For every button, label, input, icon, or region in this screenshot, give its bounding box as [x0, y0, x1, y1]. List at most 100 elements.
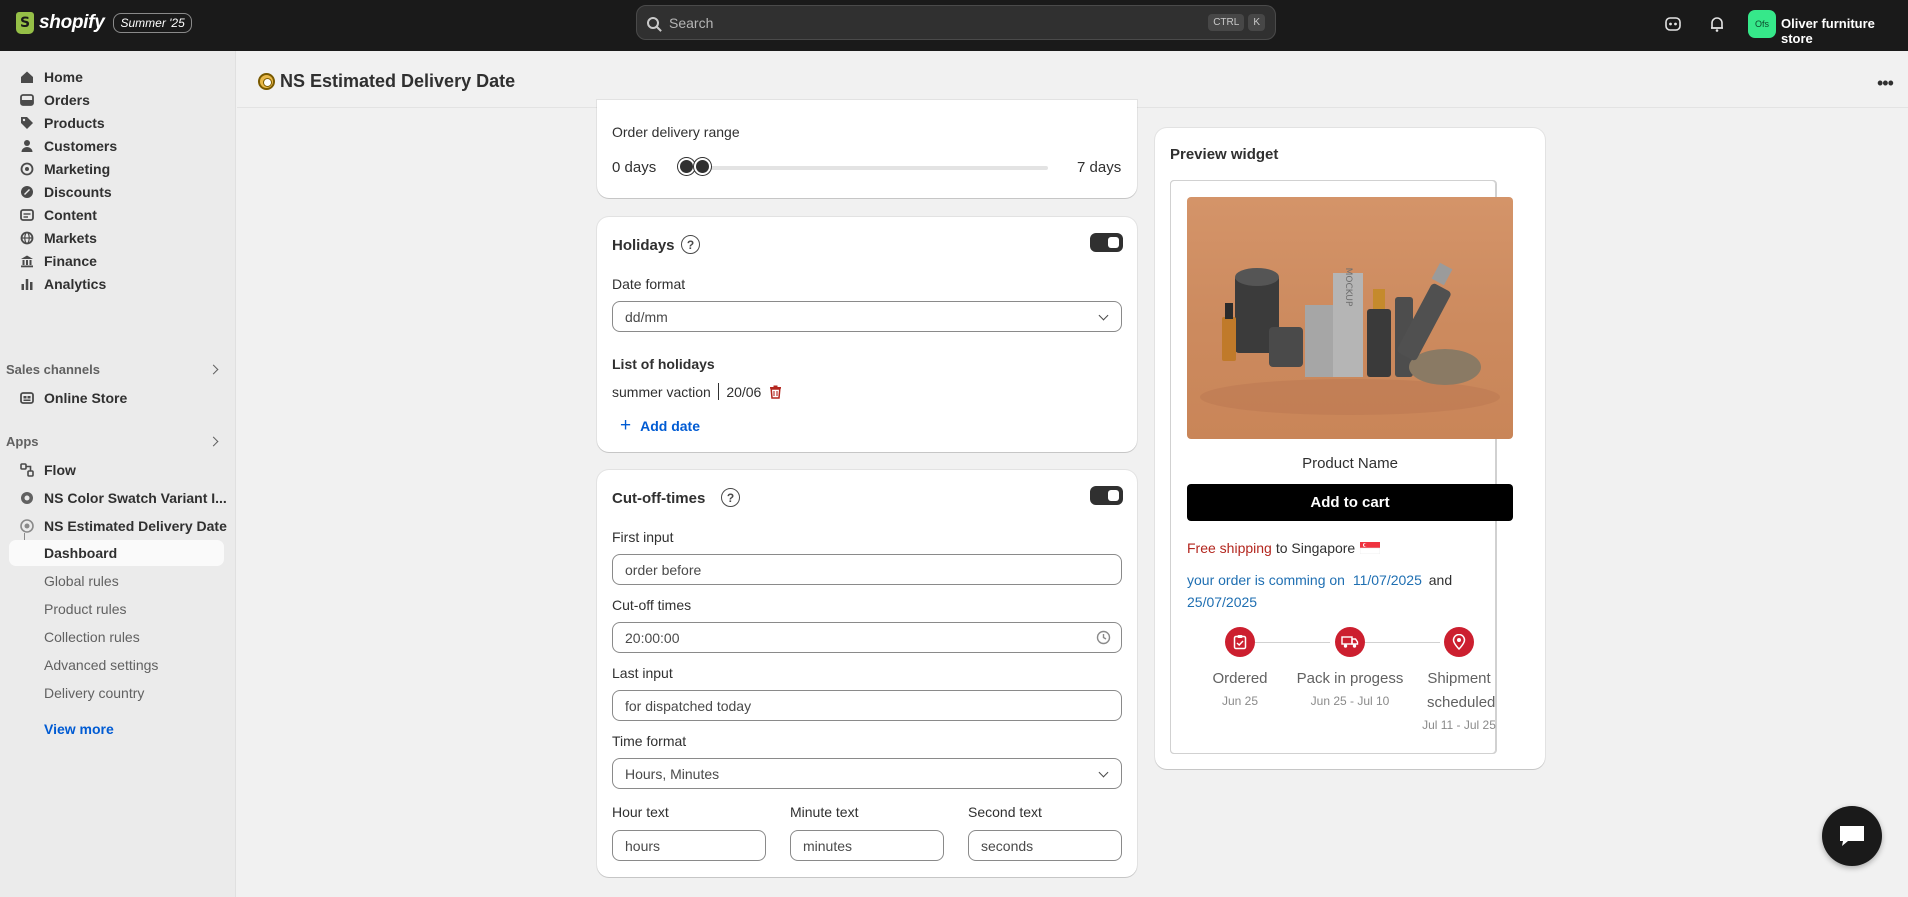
nav-label: Markets — [44, 230, 97, 246]
sub-item-delivery-country[interactable]: Delivery country — [44, 685, 144, 701]
search-icon — [647, 16, 659, 29]
truck-icon — [1335, 627, 1365, 657]
step-connector — [1365, 642, 1440, 643]
minute-text-field[interactable]: minutes — [790, 830, 944, 861]
hour-text-value: hours — [625, 837, 661, 854]
nav-label: Content — [44, 207, 97, 223]
sales-channels-label[interactable]: Sales channels — [6, 362, 100, 377]
cutoff-toggle[interactable] — [1090, 486, 1123, 505]
sub-item-advanced-settings[interactable]: Advanced settings — [44, 657, 158, 673]
holidays-toggle[interactable] — [1090, 233, 1123, 252]
store-name[interactable]: Oliver furniture store — [1781, 16, 1908, 46]
help-icon[interactable]: ? — [681, 235, 700, 254]
holidays-title: Holidays — [612, 237, 675, 254]
location-pin-icon — [1444, 627, 1474, 657]
clock-icon[interactable] — [1096, 630, 1111, 645]
target-icon — [19, 161, 35, 177]
nav-label: Customers — [44, 138, 118, 154]
store-avatar[interactable]: Ofs — [1748, 10, 1776, 38]
to-country-text: to Singapore — [1275, 540, 1356, 556]
apps-chevron-icon[interactable] — [208, 436, 219, 447]
product-image: MOCKUP — [1187, 197, 1513, 439]
discount-icon — [19, 184, 35, 200]
last-input-label: Last input — [612, 665, 673, 681]
more-actions-icon[interactable]: ••• — [1877, 73, 1894, 94]
shopify-logo[interactable]: shopify Summer '25 — [16, 12, 192, 34]
singapore-flag-icon — [1360, 542, 1381, 554]
time-format-select[interactable]: Hours, Minutes — [612, 758, 1122, 789]
nav-label: Flow — [44, 462, 76, 478]
clipboard-icon — [1225, 627, 1255, 657]
nav-analytics[interactable]: Analytics — [0, 271, 106, 297]
add-date-button[interactable]: + Add date — [620, 416, 700, 435]
date-format-select[interactable]: dd/mm — [612, 301, 1122, 332]
nav-flow[interactable]: Flow — [0, 457, 76, 483]
help-icon[interactable]: ? — [721, 488, 740, 507]
nav-label: Orders — [44, 92, 90, 108]
nav-color-swatch-app[interactable]: NS Color Swatch Variant I... — [0, 485, 227, 511]
sidekick-icon[interactable] — [1663, 14, 1683, 34]
nav-label: Analytics — [44, 276, 107, 292]
date-format-label: Date format — [612, 276, 686, 292]
range-slider-track[interactable] — [684, 166, 1048, 170]
holiday-divider — [717, 383, 720, 400]
holiday-date: 20/06 — [726, 383, 762, 400]
nav-label: NS Color Swatch Variant I... — [44, 490, 227, 506]
edition-badge[interactable]: Summer '25 — [113, 13, 192, 33]
trash-icon[interactable] — [769, 385, 782, 399]
app-icon — [19, 518, 35, 534]
first-input-value: order before — [625, 561, 702, 578]
shortcut-k: K — [1248, 14, 1265, 31]
second-text-label: Second text — [968, 804, 1042, 820]
sub-item-dashboard[interactable]: Dashboard — [44, 545, 117, 561]
nav-label: NS Estimated Delivery Date — [44, 518, 227, 534]
second-text-field[interactable]: seconds — [968, 830, 1122, 861]
last-input-field[interactable]: for dispatched today — [612, 690, 1122, 721]
cutoff-time-field[interactable]: 20:00:00 — [612, 622, 1122, 653]
range-slider-min-handle[interactable] — [678, 158, 695, 175]
minute-text-label: Minute text — [790, 804, 859, 820]
cutoff-time-value: 20:00:00 — [625, 629, 680, 646]
range-max-label: 7 days — [1077, 159, 1122, 176]
add-to-cart-button[interactable]: Add to cart — [1187, 484, 1513, 521]
sub-item-product-rules[interactable]: Product rules — [44, 601, 126, 617]
search-bar[interactable]: Search CTRL K — [636, 5, 1276, 40]
first-input-field[interactable]: order before — [612, 554, 1122, 585]
app-logo-icon — [258, 73, 275, 90]
step-pack-label: Pack in progess — [1296, 670, 1404, 687]
view-more-link[interactable]: View more — [44, 721, 114, 737]
tag-icon — [19, 115, 35, 131]
order-date-text: your order is comming on 11/07/2025 and … — [1187, 569, 1507, 613]
add-date-label: Add date — [640, 418, 700, 434]
chevron-down-icon — [1098, 310, 1109, 321]
holidays-card — [597, 217, 1137, 452]
globe-icon — [19, 230, 35, 246]
nav-label: Online Store — [44, 390, 128, 406]
sales-channels-chevron-icon[interactable] — [208, 364, 219, 375]
date-format-value: dd/mm — [625, 308, 668, 325]
chat-bubble-icon — [1840, 826, 1864, 846]
sidebar: Home Orders Products Customers Marketing… — [0, 51, 236, 897]
sub-item-global-rules[interactable]: Global rules — [44, 573, 119, 589]
cutoff-times-label: Cut-off times — [612, 597, 692, 613]
step-ordered-label: Ordered — [1212, 670, 1268, 687]
range-slider-max-handle[interactable] — [694, 158, 711, 175]
content-icon — [19, 207, 35, 223]
nav-label: Marketing — [44, 161, 111, 177]
preview-title: Preview widget — [1170, 146, 1279, 163]
product-name: Product Name — [1302, 455, 1398, 472]
hour-text-field[interactable]: hours — [612, 830, 766, 861]
bell-icon[interactable] — [1707, 14, 1727, 34]
holiday-entry: summer vaction 20/06 — [612, 383, 782, 400]
apps-label[interactable]: Apps — [6, 434, 39, 449]
nav-delivery-date-app[interactable]: NS Estimated Delivery Date — [0, 513, 227, 539]
brand-name: shopify — [39, 12, 105, 33]
second-text-value: seconds — [981, 837, 1034, 854]
chat-button[interactable] — [1822, 806, 1882, 866]
holiday-name: summer vaction — [612, 383, 711, 400]
shortcut-ctrl: CTRL — [1208, 14, 1245, 31]
delivery-range-card — [597, 100, 1137, 198]
sub-item-collection-rules[interactable]: Collection rules — [44, 629, 140, 645]
holiday-list-label: List of holidays — [612, 356, 715, 372]
nav-online-store[interactable]: Online Store — [0, 385, 127, 411]
